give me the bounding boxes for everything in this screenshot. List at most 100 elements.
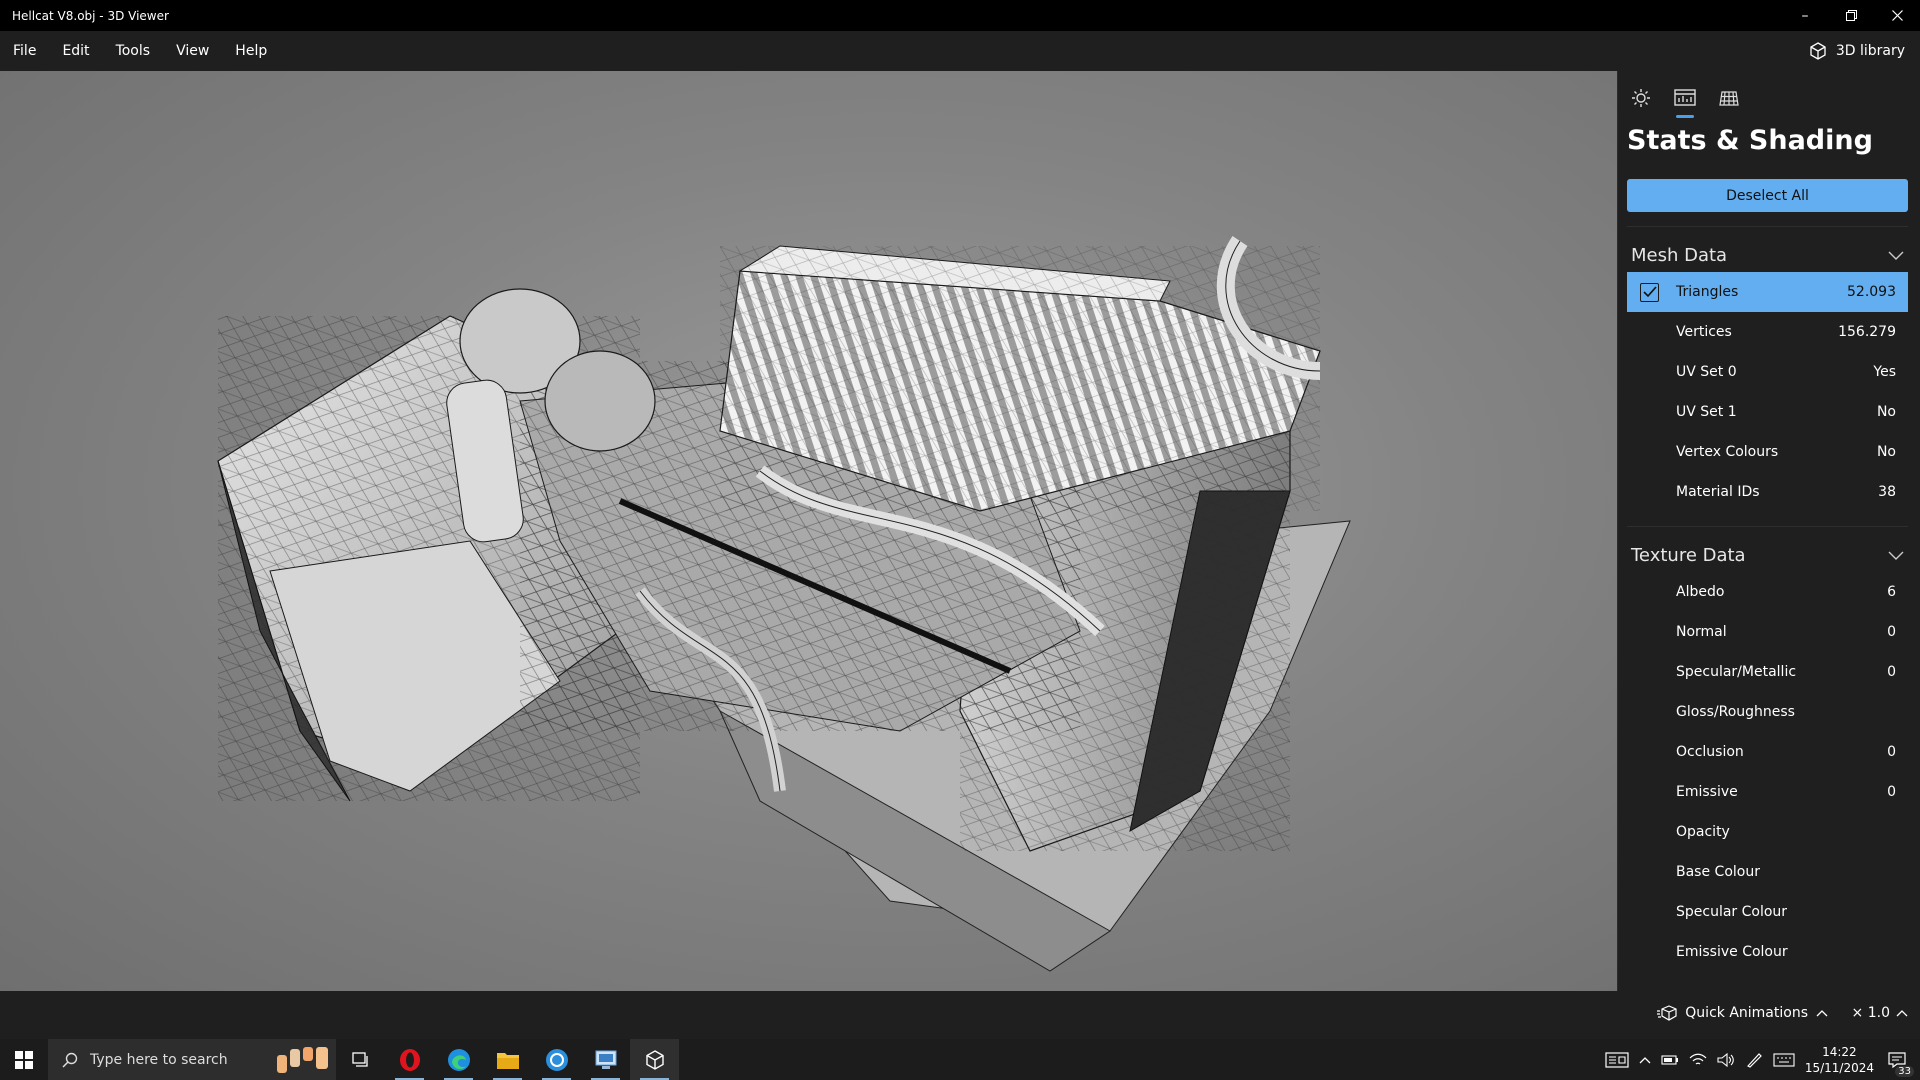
- restore-button[interactable]: [1828, 0, 1874, 31]
- tab-stats-shading[interactable]: [1672, 85, 1698, 118]
- mesh-row-vertices[interactable]: Vertices 156.279: [1627, 312, 1908, 352]
- search-icon: [62, 1052, 78, 1068]
- mesh-row-triangles[interactable]: Triangles 52.093: [1627, 272, 1908, 312]
- taskbar-search-box[interactable]: Type here to search: [48, 1039, 336, 1080]
- texture-row-value: 0: [1887, 744, 1896, 760]
- texture-data-label: Texture Data: [1631, 545, 1746, 566]
- menu-tools[interactable]: Tools: [103, 31, 164, 71]
- menu-file[interactable]: File: [0, 31, 49, 71]
- mesh-row-value: 156.279: [1838, 324, 1896, 340]
- mesh-row-material-ids[interactable]: Material IDs 38: [1627, 472, 1908, 512]
- taskbar-app-opera[interactable]: [385, 1039, 434, 1080]
- edge-icon: [447, 1048, 470, 1071]
- chevron-up-icon: [1896, 1010, 1908, 1017]
- pen-icon[interactable]: [1745, 1052, 1763, 1068]
- battery-icon[interactable]: [1661, 1053, 1679, 1067]
- chevron-up-icon: [1816, 1010, 1828, 1017]
- chevron-up-icon[interactable]: [1639, 1056, 1651, 1064]
- texture-row-specular-colour[interactable]: Specular Colour: [1627, 892, 1908, 932]
- texture-row-name: Emissive Colour: [1676, 944, 1788, 960]
- chevron-down-icon: [1888, 551, 1904, 560]
- texture-row-name: Base Colour: [1676, 864, 1760, 880]
- window-title: Hellcat V8.obj - 3D Viewer: [12, 8, 169, 23]
- triangles-checkbox[interactable]: [1640, 282, 1659, 302]
- taskbar-app-edge[interactable]: [434, 1039, 483, 1080]
- taskbar-app-browser[interactable]: [532, 1039, 581, 1080]
- texture-row-name: Specular/Metallic: [1676, 664, 1797, 680]
- mesh-row-name: Vertex Colours: [1676, 444, 1779, 460]
- mesh-row-uv-set-0[interactable]: UV Set 0 Yes: [1627, 352, 1908, 392]
- tab-lighting[interactable]: [1628, 85, 1654, 111]
- stats-icon: [1674, 89, 1696, 106]
- texture-row-occlusion[interactable]: Occlusion 0: [1627, 732, 1908, 772]
- menu-edit[interactable]: Edit: [49, 31, 102, 71]
- texture-row-emissive-colour[interactable]: Emissive Colour: [1627, 932, 1908, 972]
- close-icon: [1891, 10, 1903, 21]
- mesh-row-uv-set-1[interactable]: UV Set 1 No: [1627, 392, 1908, 432]
- menu-help[interactable]: Help: [222, 31, 280, 71]
- 3d-library-button[interactable]: 3D library: [1808, 41, 1920, 61]
- clock-time: 14:22: [1822, 1044, 1857, 1059]
- texture-row-specular-metallic[interactable]: Specular/Metallic 0: [1627, 652, 1908, 692]
- wifi-icon[interactable]: [1689, 1053, 1707, 1067]
- taskbar-app-file-explorer[interactable]: [483, 1039, 532, 1080]
- texture-row-name: Specular Colour: [1676, 904, 1788, 920]
- menu-bar: File Edit Tools View Help 3D library: [0, 31, 1920, 71]
- mesh-row-value: No: [1876, 444, 1896, 460]
- restore-icon: [1845, 10, 1857, 21]
- tab-grid[interactable]: [1716, 85, 1742, 111]
- texture-row-name: Occlusion: [1676, 744, 1744, 760]
- quick-animations-button[interactable]: Quick Animations: [1657, 1005, 1828, 1021]
- news-icon[interactable]: [1605, 1051, 1629, 1069]
- volume-icon[interactable]: [1717, 1052, 1735, 1067]
- texture-row-name: Emissive: [1676, 784, 1738, 800]
- texture-row-albedo[interactable]: Albedo 6: [1627, 572, 1908, 612]
- texture-data-header[interactable]: Texture Data: [1627, 526, 1908, 572]
- engine-model: [217, 236, 1351, 972]
- start-button[interactable]: [0, 1039, 48, 1080]
- windows-taskbar: Type here to search 14:22 15/11/2024 33: [0, 1039, 1920, 1080]
- notification-center-button[interactable]: 33: [1884, 1047, 1914, 1077]
- clock-date: 15/11/2024: [1804, 1060, 1874, 1075]
- 3d-viewer-icon: [645, 1049, 664, 1070]
- taskbar-clock[interactable]: 14:22 15/11/2024: [1805, 1044, 1874, 1076]
- minimize-button[interactable]: –: [1782, 0, 1828, 31]
- texture-row-base-colour[interactable]: Base Colour: [1627, 852, 1908, 892]
- 3d-viewport[interactable]: [0, 71, 1617, 991]
- texture-row-opacity[interactable]: Opacity: [1627, 812, 1908, 852]
- quick-animations-label: Quick Animations: [1685, 1005, 1808, 1021]
- mesh-row-value: No: [1876, 404, 1896, 420]
- task-view-icon: [351, 1051, 368, 1067]
- texture-row-value: 6: [1887, 584, 1896, 600]
- mesh-row-name: Triangles: [1676, 284, 1739, 300]
- browser-icon: [545, 1048, 568, 1071]
- texture-row-gloss-roughness[interactable]: Gloss/Roughness: [1627, 692, 1908, 732]
- mesh-data-header[interactable]: Mesh Data: [1627, 226, 1908, 272]
- mesh-data-list: Triangles 52.093 Vertices 156.279 UV Set…: [1618, 272, 1920, 512]
- checkmark-icon: [1642, 286, 1657, 298]
- texture-row-emissive[interactable]: Emissive 0: [1627, 772, 1908, 812]
- keyboard-icon[interactable]: [1773, 1052, 1795, 1067]
- taskbar-app-remote-desktop[interactable]: [581, 1039, 630, 1080]
- search-placeholder: Type here to search: [90, 1051, 228, 1068]
- mesh-row-name: Material IDs: [1676, 484, 1760, 500]
- taskbar-app-3d-viewer[interactable]: [630, 1039, 679, 1080]
- task-view-button[interactable]: [336, 1039, 385, 1080]
- deselect-all-button[interactable]: Deselect All: [1627, 179, 1908, 212]
- texture-row-name: Opacity: [1676, 824, 1730, 840]
- chevron-down-icon: [1888, 251, 1904, 260]
- grid-icon: [1719, 91, 1739, 106]
- remote-desktop-icon: [595, 1050, 616, 1069]
- panel-tabs: [1618, 71, 1920, 118]
- mesh-row-vertex-colours[interactable]: Vertex Colours No: [1627, 432, 1908, 472]
- texture-row-name: Albedo: [1676, 584, 1725, 600]
- panel-title: Stats & Shading: [1627, 125, 1873, 156]
- folder-icon: [496, 1052, 519, 1069]
- playback-speed-label: × 1.0: [1851, 1005, 1890, 1021]
- menu-view[interactable]: View: [163, 31, 222, 71]
- playback-speed-button[interactable]: × 1.0: [1852, 1005, 1908, 1021]
- 3d-library-label: 3D library: [1835, 43, 1905, 59]
- texture-row-value: 0: [1887, 784, 1896, 800]
- texture-row-normal[interactable]: Normal 0: [1627, 612, 1908, 652]
- close-button[interactable]: [1874, 0, 1920, 31]
